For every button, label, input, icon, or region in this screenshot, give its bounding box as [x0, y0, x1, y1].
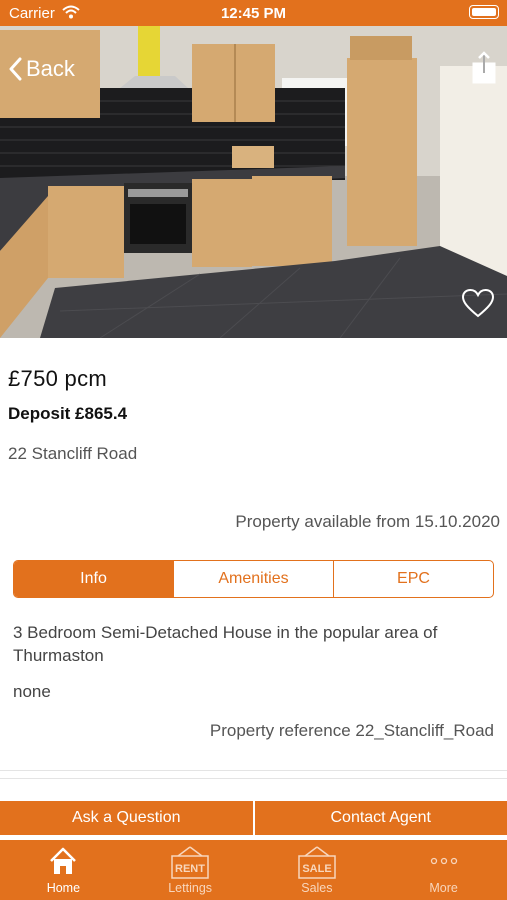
chevron-left-icon [9, 57, 22, 81]
action-bar: Ask a Question Contact Agent [0, 801, 507, 835]
info-tabs: Info Amenities EPC [13, 560, 494, 598]
price-label: £750 pcm [8, 366, 108, 391]
property-photo[interactable]: Back [0, 26, 507, 338]
property-extra-info: none [13, 682, 51, 701]
availability-label: Property available from 15.10.2020 [235, 512, 500, 531]
rent-badge-text: RENT [175, 863, 205, 875]
sale-badge-text: SALE [302, 863, 331, 875]
rent-sign-icon: RENT [170, 846, 210, 885]
tabbar-item-lettings[interactable]: RENT Lettings [127, 840, 254, 900]
tabbar-label: More [429, 881, 458, 895]
back-label: Back [26, 56, 75, 81]
favourite-button[interactable] [461, 288, 495, 318]
contact-agent-button[interactable]: Contact Agent [254, 801, 507, 835]
share-icon [472, 51, 496, 84]
divider [0, 778, 507, 779]
home-icon [48, 846, 78, 881]
more-dots-icon [429, 846, 459, 881]
deposit-label: Deposit £865.4 [8, 404, 128, 423]
property-reference: Property reference 22_Stancliff_Road [209, 721, 494, 740]
tabbar-item-more[interactable]: More [380, 840, 507, 900]
status-bar: Carrier 12:45 PM [0, 0, 507, 26]
tabbar-label: Home [46, 881, 81, 895]
tabbar-label: Lettings [168, 881, 213, 895]
property-description: 3 Bedroom Semi-Detached House in the pop… [13, 623, 438, 665]
back-button[interactable]: Back [8, 56, 75, 82]
tab-epc[interactable]: EPC [333, 561, 493, 597]
ask-question-button[interactable]: Ask a Question [0, 801, 253, 835]
tab-info[interactable]: Info [14, 561, 173, 597]
tab-amenities[interactable]: Amenities [173, 561, 333, 597]
tabbar-label: Sales [301, 881, 333, 895]
divider [0, 770, 507, 771]
battery-icon [469, 5, 499, 19]
heart-outline-icon [461, 288, 495, 318]
share-button[interactable] [471, 51, 497, 85]
tabbar-item-home[interactable]: Home [0, 840, 127, 900]
tabbar-item-sales[interactable]: SALE Sales [254, 840, 381, 900]
address-label: 22 Stancliff Road [8, 444, 138, 463]
status-time: 12:45 PM [220, 5, 287, 22]
sale-sign-icon: SALE [297, 846, 337, 885]
bottom-tab-bar: Home RENT Lettings SALE Sales More [0, 840, 507, 900]
